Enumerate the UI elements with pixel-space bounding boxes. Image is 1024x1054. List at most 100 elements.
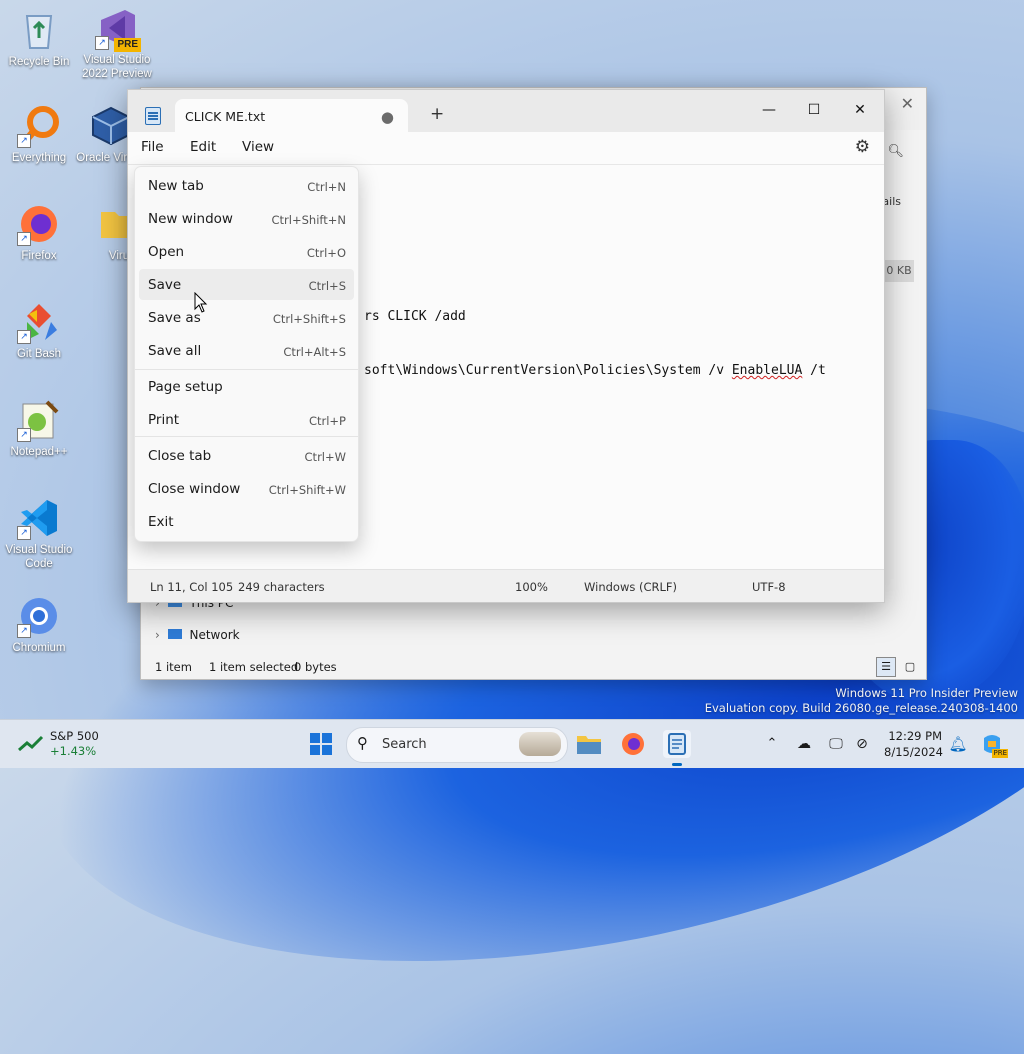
- menu-item-shortcut: Ctrl+O: [306, 246, 346, 260]
- menu-item-label: New tab: [148, 178, 204, 194]
- desktop-icon-recycle-bin[interactable]: Recycle Bin: [2, 8, 76, 69]
- mouse-pointer-icon: [194, 292, 208, 313]
- cloud-off-icon[interactable]: ☁: [790, 730, 818, 758]
- menu-separator: [135, 436, 358, 437]
- menu-item-label: Close tab: [148, 448, 212, 464]
- settings-gear-icon[interactable]: ⚙: [855, 137, 870, 157]
- character-count: 249 characters: [238, 580, 325, 594]
- search-icon[interactable]: 🔍︎: [887, 144, 904, 159]
- details-view-icon[interactable]: ☰: [876, 657, 896, 677]
- menu-item-label: Print: [148, 412, 180, 428]
- menu-item-close-tab[interactable]: Close tab Ctrl+W: [139, 440, 354, 471]
- chevron-up-icon[interactable]: ⌃: [758, 730, 786, 758]
- firefox-taskbar-icon[interactable]: [619, 730, 647, 758]
- vscode-icon: ↗: [17, 496, 61, 540]
- trend-up-icon: [18, 735, 44, 752]
- desktop-icon-label: Firefox: [21, 250, 57, 262]
- zoom-level[interactable]: 100%: [515, 580, 548, 594]
- menu-view[interactable]: View: [242, 139, 274, 155]
- menu-file[interactable]: File: [141, 139, 164, 155]
- minimize-icon[interactable]: —: [747, 96, 791, 124]
- watermark-line-1: Windows 11 Pro Insider Preview: [835, 686, 1018, 700]
- desktop-icon-everything[interactable]: ↗ Everything: [2, 104, 76, 165]
- menu-item-save[interactable]: Save Ctrl+S: [139, 269, 354, 300]
- maximize-icon[interactable]: ☐: [792, 96, 836, 124]
- shortcut-arrow-icon: ↗: [17, 526, 31, 540]
- windows-start-icon[interactable]: [307, 730, 335, 758]
- menu-item-shortcut: Ctrl+W: [304, 450, 346, 464]
- details-button[interactable]: ails: [882, 195, 901, 208]
- everything-magnifier-icon: ↗: [17, 104, 61, 148]
- desktop-icon-chromium[interactable]: ↗ Chromium: [2, 594, 76, 655]
- shortcut-arrow-icon: ↗: [17, 624, 31, 638]
- menu-item-close-window[interactable]: Close window Ctrl+Shift+W: [139, 473, 354, 504]
- menu-item-exit[interactable]: Exit: [139, 506, 354, 537]
- menu-item-open[interactable]: Open Ctrl+O: [139, 236, 354, 267]
- menu-item-label: Close window: [148, 481, 241, 497]
- editor-line: soft\Windows\CurrentVersion\Policies\Sys…: [364, 363, 826, 378]
- taskbar: S&P 500 +1.43% ⚲ Search ⌃ ☁ 🖵 ⊘ 12:29 PM…: [0, 719, 1024, 768]
- shortcut-arrow-icon: ↗: [17, 134, 31, 148]
- desktop-icon-notepadpp[interactable]: ↗ Notepad++: [2, 398, 76, 459]
- desktop-icon-visual-studio-2022-preview[interactable]: PRE ↗ Visual Studio 2022 Preview: [80, 6, 154, 81]
- menu-item-shortcut: Ctrl+S: [308, 279, 346, 293]
- firefox-icon: ↗: [17, 202, 61, 246]
- clock[interactable]: 12:29 PM 8/15/2024: [884, 728, 943, 760]
- notepad-taskbar-icon[interactable]: [663, 730, 691, 766]
- taskbar-search-box[interactable]: ⚲ Search: [346, 727, 568, 763]
- nav-item-network[interactable]: › Network: [155, 628, 240, 642]
- menu-item-save-all[interactable]: Save all Ctrl+Alt+S: [139, 335, 354, 366]
- menu-item-new-window[interactable]: New window Ctrl+Shift+N: [139, 203, 354, 234]
- menu-item-save-as[interactable]: Save as Ctrl+Shift+S: [139, 302, 354, 333]
- desktop-icon-vscode[interactable]: ↗ Visual Studio Code: [2, 496, 76, 571]
- menu-item-label: Save: [148, 277, 182, 293]
- copilot-icon[interactable]: PRE: [978, 730, 1008, 758]
- close-icon[interactable]: ✕: [838, 96, 882, 124]
- chromium-icon: ↗: [17, 594, 61, 638]
- menu-item-label: Save as: [148, 310, 201, 326]
- new-tab-plus-icon[interactable]: +: [430, 104, 444, 124]
- menu-item-new-tab[interactable]: New tab Ctrl+N: [139, 170, 354, 201]
- encoding[interactable]: UTF-8: [752, 580, 786, 594]
- close-icon[interactable]: ✕: [901, 94, 914, 113]
- menu-item-page-setup[interactable]: Page setup: [139, 371, 354, 402]
- tiles-view-icon[interactable]: ▢: [900, 657, 920, 677]
- monitor-icon[interactable]: 🖵: [822, 730, 850, 758]
- menu-edit[interactable]: Edit: [190, 139, 216, 155]
- pre-badge: PRE: [992, 749, 1008, 758]
- stock-name: S&P 500: [50, 729, 99, 743]
- tab-click-me[interactable]: CLICK ME.txt ●: [175, 99, 408, 132]
- notepad-status-bar: Ln 11, Col 105 249 characters 100% Windo…: [128, 569, 884, 602]
- desktop-icon-label: Everything: [11, 152, 67, 164]
- shortcut-arrow-icon: ↗: [17, 232, 31, 246]
- menu-item-label: Save all: [148, 343, 202, 359]
- line-ending[interactable]: Windows (CRLF): [584, 580, 677, 594]
- shortcut-arrow-icon: ↗: [95, 36, 109, 50]
- stock-change: +1.43%: [50, 744, 97, 758]
- notepad-tab-strip: CLICK ME.txt ● + — ☐ ✕: [128, 90, 884, 132]
- item-count: 1 item: [155, 660, 192, 674]
- unsaved-dot-icon[interactable]: ●: [381, 108, 394, 126]
- desktop-icon-label: Visual Studio Code: [5, 544, 73, 570]
- shortcut-arrow-icon: ↗: [17, 428, 31, 442]
- desktop-icon-label: Chromium: [12, 642, 66, 654]
- desktop-icon-label: Visual Studio 2022 Preview: [82, 54, 152, 80]
- notification-bell-icon[interactable]: 🔔︎: [944, 730, 972, 758]
- menu-item-print[interactable]: Print Ctrl+P: [139, 404, 354, 435]
- menu-item-label: Exit: [148, 514, 174, 530]
- file-menu-dropdown: New tab Ctrl+N New window Ctrl+Shift+N O…: [134, 166, 359, 542]
- menu-item-shortcut: Ctrl+Alt+S: [283, 345, 346, 359]
- file-explorer-taskbar-icon[interactable]: [575, 730, 603, 758]
- stock-widget[interactable]: S&P 500 +1.43%: [14, 729, 124, 761]
- menu-item-label: New window: [148, 211, 233, 227]
- notepad-app-icon: [145, 107, 161, 125]
- spelling-error-word: EnableLUA: [731, 363, 803, 378]
- menu-item-label: Open: [148, 244, 185, 260]
- desktop-icon-label: Git Bash: [16, 348, 62, 360]
- git-bash-icon: ↗: [17, 300, 61, 344]
- desktop-icon-firefox[interactable]: ↗ Firefox: [2, 202, 76, 263]
- desktop-icon-git-bash[interactable]: ↗ Git Bash: [2, 300, 76, 361]
- tab-title: CLICK ME.txt: [185, 109, 266, 124]
- cursor-position: Ln 11, Col 105: [150, 580, 234, 594]
- network-status-icon[interactable]: ⊘: [848, 730, 876, 758]
